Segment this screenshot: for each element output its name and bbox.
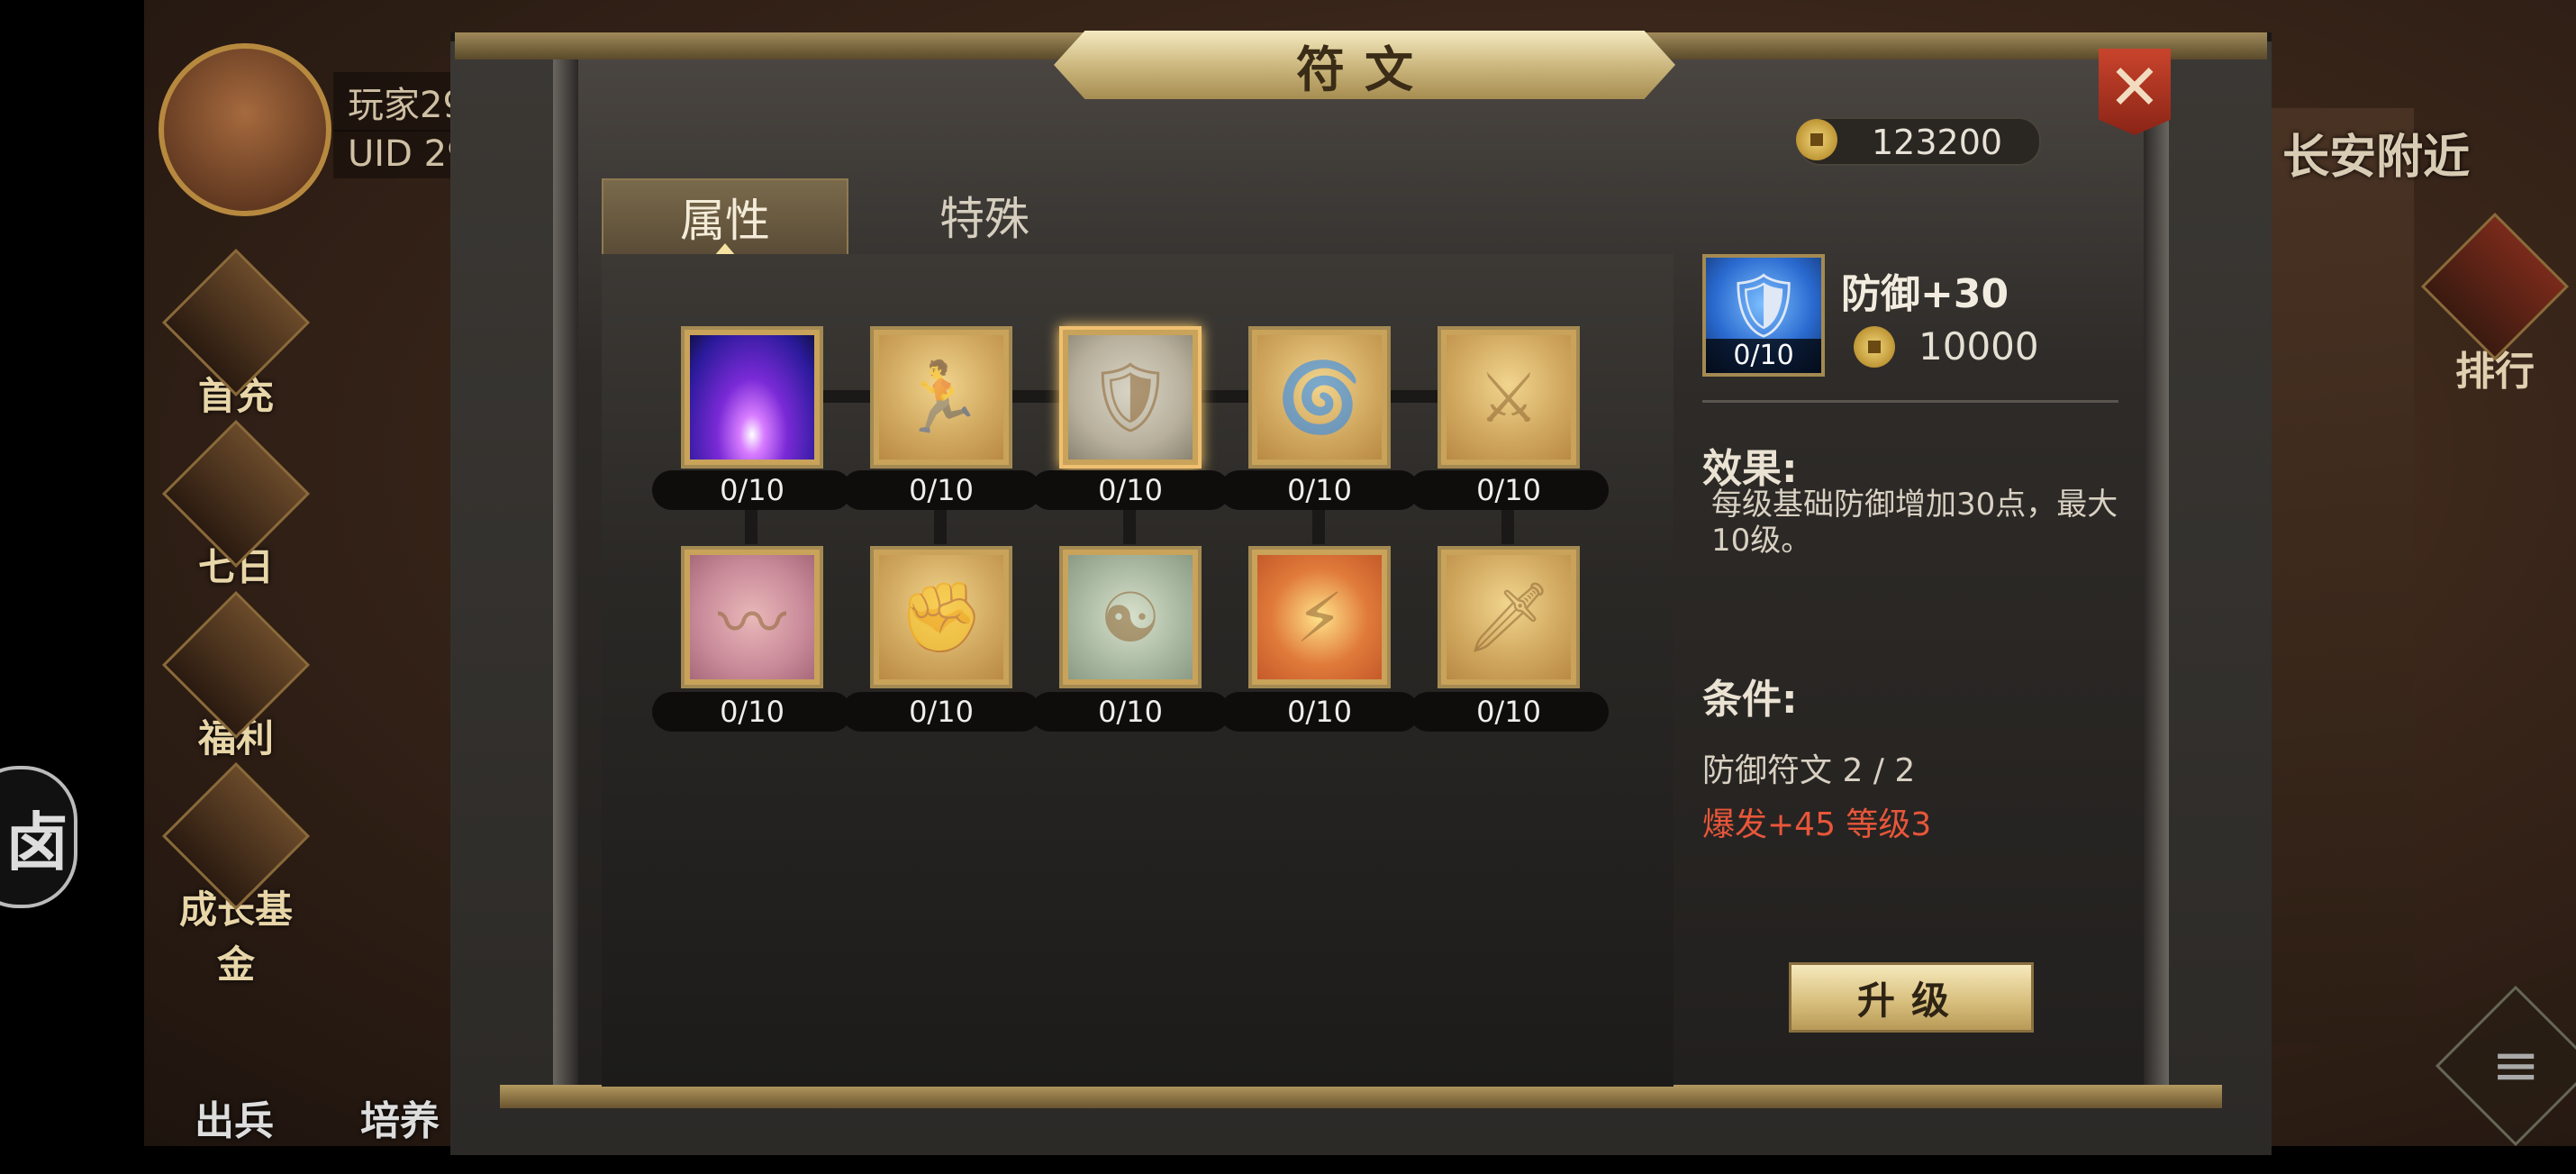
rune-slot[interactable]: ⚔ [1438, 326, 1580, 469]
condition-item-unmet: 爆发+45 等级3 [1702, 806, 1932, 843]
bottom-nav-train[interactable]: 培养 [360, 1088, 440, 1146]
rune-level: 0/10 [1409, 470, 1609, 510]
shield-icon: 🛡 [1086, 357, 1175, 437]
close-button[interactable]: ✕ [2099, 49, 2171, 135]
selected-rune-level: 0/10 [1706, 339, 1821, 373]
tab-label: 特殊 [939, 193, 1029, 245]
dialog-title-plaque: 符文 [1054, 31, 1675, 99]
rune-level: 0/10 [841, 470, 1041, 510]
strike-icon: ✊ [898, 577, 984, 657]
side-button-welfare[interactable]: 福利 [161, 590, 311, 763]
upgrade-cost: 10000 [1918, 324, 2039, 369]
side-button-growth-fund[interactable]: 成长基金 [161, 761, 311, 989]
divider [1702, 400, 2118, 403]
bottom-nav-deploy[interactable]: 出兵 [195, 1088, 274, 1146]
rune-connector [1501, 506, 1514, 544]
selected-rune-name: 防御+30 [1841, 271, 2009, 317]
upgrade-button-label: 升级 [1856, 978, 1965, 1023]
rune-level: 0/10 [1030, 692, 1230, 732]
rune-level: 0/10 [841, 692, 1041, 732]
assistive-touch-icon: 卤 [5, 805, 68, 879]
purple-energy-icon [685, 330, 820, 465]
coin-icon [1854, 326, 1895, 368]
tab-special[interactable]: 特殊 [863, 178, 1106, 252]
dialog-bottom-rail [500, 1085, 2222, 1108]
aura-warrior-icon: ☯ [1099, 577, 1162, 658]
rune-level: 0/10 [652, 692, 852, 732]
upgrade-button[interactable]: 升级 [1789, 962, 2034, 1033]
condition-item-met: 防御符文 2 / 2 [1702, 752, 1916, 789]
rune-slot[interactable]: 🗡 [1438, 546, 1580, 688]
pink-vortex-icon: 〰 [718, 583, 786, 663]
menu-icon: ≡ [2491, 1033, 2540, 1099]
flaming-sword-icon: 🗡 [1465, 577, 1553, 657]
tab-attributes[interactable]: 属性 [602, 178, 848, 256]
rune-level: 0/10 [1030, 470, 1230, 510]
tab-label: 属性 [680, 195, 770, 247]
rune-slot[interactable]: ✊ [870, 546, 1012, 688]
dialog-title: 符文 [1296, 40, 1433, 98]
rune-slot[interactable]: 〰 [681, 546, 823, 688]
dialog-left-pillar [553, 59, 578, 1087]
selected-rune-icon: 🛡 0/10 [1702, 254, 1825, 377]
rune-slot[interactable]: ⚡ [1248, 546, 1391, 688]
rune-connector [1123, 506, 1136, 544]
side-button-first-recharge[interactable]: 首充 [161, 248, 311, 421]
condition-label: 条件: [1702, 677, 1798, 723]
rank-button[interactable]: 排行 [2420, 212, 2570, 396]
dash-attack-icon: 🏃 [898, 357, 984, 437]
rune-level: 0/10 [652, 470, 852, 510]
rune-slot[interactable]: 🌀 [1248, 326, 1391, 469]
close-icon: ✕ [2108, 50, 2162, 124]
whirlwind-warrior-icon: 🌀 [1276, 357, 1363, 437]
rune-slot-selected[interactable]: 🛡 [1059, 326, 1202, 469]
assistive-touch-button[interactable]: 卤 [0, 766, 77, 908]
coin-icon [1796, 119, 1837, 160]
shield-icon: 🛡 [1723, 268, 1804, 342]
screen-left-edge [0, 0, 144, 1146]
currency-display: 123200 [1796, 117, 2041, 166]
rune-connector [1312, 506, 1325, 544]
rune-level: 0/10 [1409, 692, 1609, 732]
side-button-seven-days[interactable]: 七日 [161, 419, 311, 592]
player-avatar[interactable] [159, 43, 331, 216]
rune-slot[interactable]: 🏃 [870, 326, 1012, 469]
dialog-right-pillar [2144, 59, 2169, 1087]
rune-slot[interactable] [681, 326, 823, 469]
effect-label: 效果: [1702, 446, 1798, 492]
rune-level: 0/10 [1220, 692, 1420, 732]
effect-description: 每级基础防御增加30点，最大10级。 [1711, 487, 2118, 559]
rune-level: 0/10 [1220, 470, 1420, 510]
currency-amount: 123200 [1872, 123, 2003, 162]
rune-slot[interactable]: ☯ [1059, 546, 1202, 688]
rune-connector [745, 506, 757, 544]
lightning-burst-icon: ⚡ [1295, 577, 1344, 658]
blade-slash-icon: ⚔ [1477, 357, 1540, 438]
rune-connector [934, 506, 947, 544]
